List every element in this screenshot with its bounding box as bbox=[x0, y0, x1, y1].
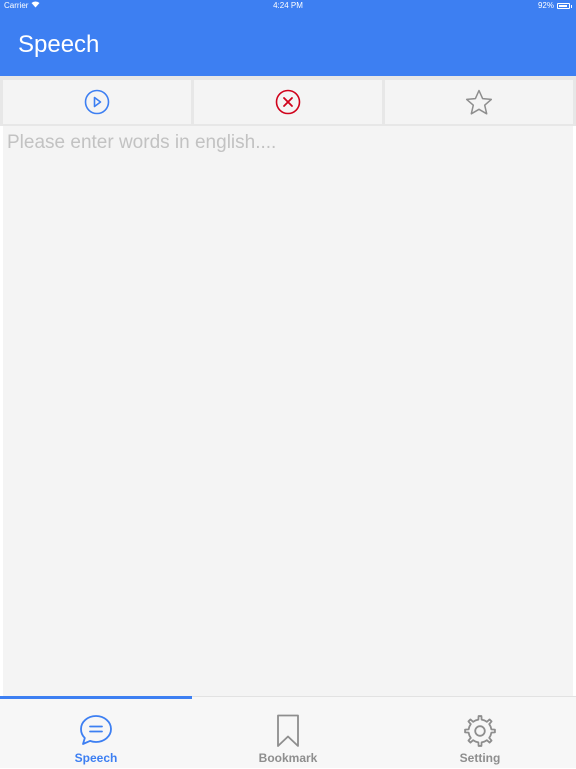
tab-bookmark[interactable]: Bookmark bbox=[192, 697, 384, 769]
tab-setting-label: Setting bbox=[459, 751, 501, 765]
clear-button[interactable] bbox=[194, 80, 382, 124]
battery-cap bbox=[571, 4, 572, 8]
navigation-bar: Speech bbox=[0, 12, 576, 76]
tab-speech-label: Speech bbox=[74, 751, 118, 765]
status-bar: Carrier 4:24 PM 92% bbox=[0, 0, 576, 12]
tab-bar: Speech Bookmark Setting bbox=[0, 696, 576, 768]
action-toolbar bbox=[0, 76, 576, 126]
close-circle-icon bbox=[275, 89, 301, 115]
status-right: 92% bbox=[538, 0, 572, 12]
tab-setting[interactable]: Setting bbox=[384, 697, 576, 769]
bookmark-icon bbox=[276, 714, 300, 753]
speech-text-input[interactable] bbox=[3, 126, 573, 696]
play-button[interactable] bbox=[3, 80, 191, 124]
chat-bubble-icon bbox=[79, 714, 113, 751]
page-title: Speech bbox=[18, 31, 100, 58]
star-outline-icon bbox=[465, 89, 493, 116]
tab-bookmark-label: Bookmark bbox=[258, 751, 318, 765]
bookmark-star-button[interactable] bbox=[385, 80, 573, 124]
gear-icon bbox=[463, 714, 497, 753]
status-time: 4:24 PM bbox=[273, 1, 303, 10]
battery-percent: 92% bbox=[537, 1, 554, 10]
play-circle-icon bbox=[84, 89, 110, 115]
battery-icon bbox=[557, 3, 570, 9]
tab-speech[interactable]: Speech bbox=[0, 697, 192, 769]
